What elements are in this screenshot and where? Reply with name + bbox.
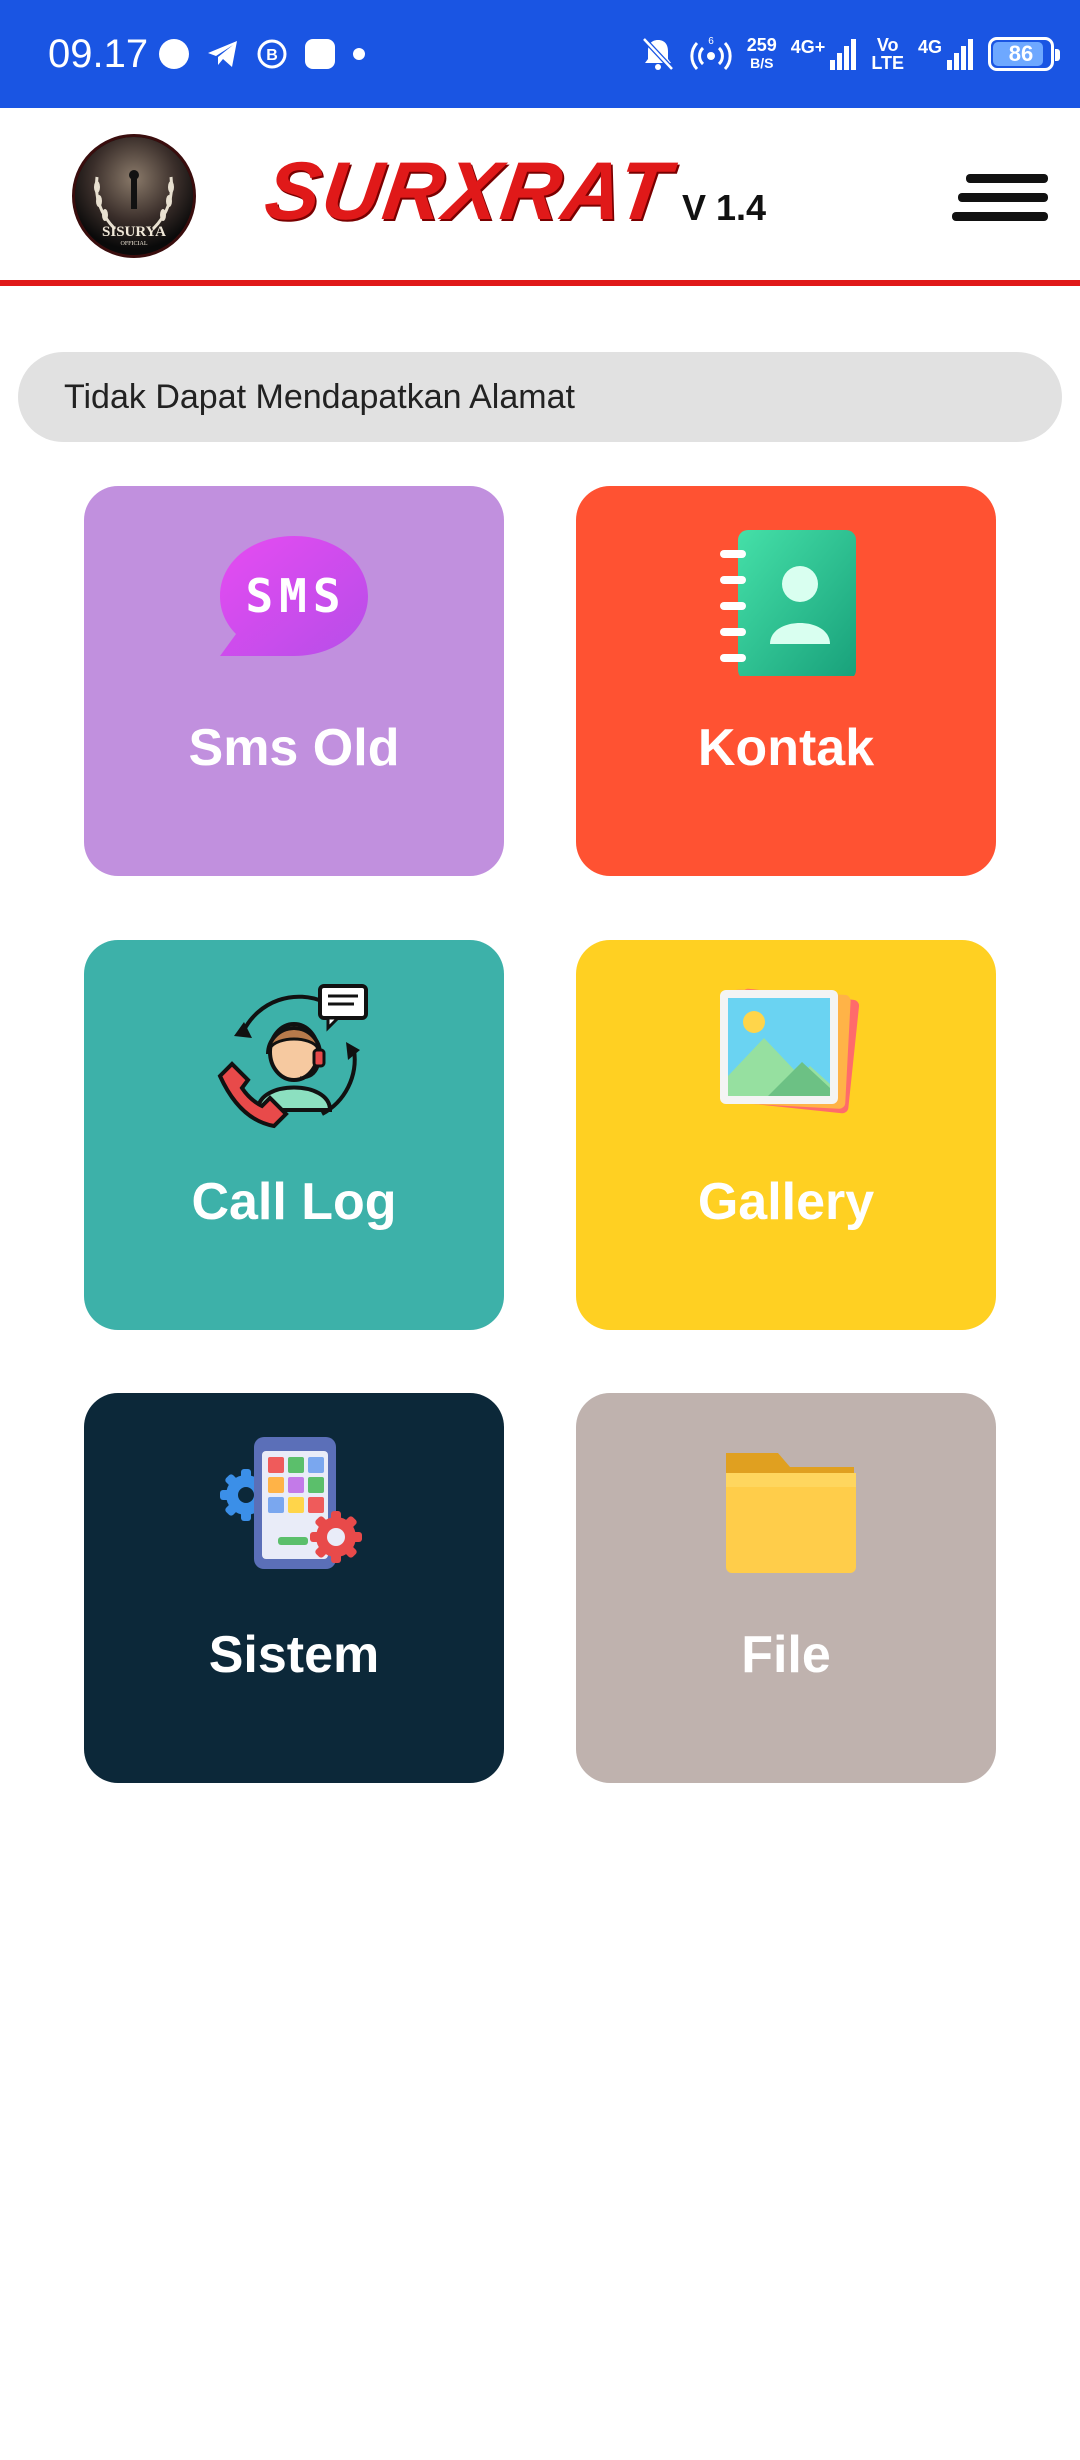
tile-call-log[interactable]: Call Log [84, 940, 504, 1330]
system-status-icons: 6 259 B/S 4G+ Vo LTE 4G 86 [641, 30, 1060, 78]
svg-text:SMS: SMS [245, 569, 346, 623]
tile-gallery[interactable]: Gallery [576, 940, 996, 1330]
signal-icon [947, 39, 973, 70]
hotspot-icon: 6 [690, 36, 732, 71]
battery-icon: 86 [988, 37, 1060, 71]
b-circle-icon: B [257, 39, 287, 69]
sim2-signal: 4G [918, 38, 974, 70]
status-bar: 09.17 B 6 259 B/S 4G+ Vo LTE 4G 86 [0, 0, 1080, 108]
folder-icon [726, 1453, 856, 1573]
sms-bubble-icon: SMS [220, 536, 368, 656]
tile-label: Call Log [191, 1173, 397, 1231]
tile-sms-old[interactable]: SMS Sms Old [84, 486, 504, 876]
address-status-bar: Tidak Dapat Mendapatkan Alamat [18, 352, 1062, 442]
sim1-signal: 4G+ [791, 38, 858, 70]
tile-kontak[interactable]: Kontak [576, 486, 996, 876]
call-support-icon [217, 984, 368, 1129]
app-title: SURXRAT [259, 146, 677, 237]
tile-file[interactable]: File [576, 1393, 996, 1783]
volte-indicator: Vo LTE [871, 35, 904, 73]
net-speed: 259 B/S [746, 35, 777, 71]
tile-label: Kontak [697, 719, 875, 777]
contact-book-icon [720, 530, 856, 676]
circle-notification-icon [159, 39, 189, 69]
notification-icons: B [158, 36, 366, 72]
system-settings-phone-icon [220, 1437, 362, 1569]
dot-icon [353, 48, 365, 60]
tile-label: Sms Old [188, 719, 400, 777]
telegram-icon [208, 41, 237, 67]
hamburger-menu-icon[interactable] [952, 166, 1054, 230]
gallery-photos-icon [720, 988, 860, 1114]
app-logo: SISURYA OFFICIAL [72, 134, 196, 258]
clock: 09.17 [48, 32, 149, 76]
tile-label: File [741, 1626, 831, 1684]
tile-sistem[interactable]: Sistem [84, 1393, 504, 1783]
tile-label: Gallery [697, 1173, 875, 1231]
svg-text:B: B [266, 47, 278, 64]
signal-icon [830, 39, 857, 70]
tile-label: Sistem [208, 1626, 380, 1684]
header-divider [0, 280, 1080, 286]
svg-text:SISURYA: SISURYA [102, 224, 166, 240]
svg-text:OFFICIAL: OFFICIAL [120, 241, 147, 247]
mute-bell-icon [641, 37, 674, 71]
svg-text:6: 6 [708, 36, 714, 47]
app-version: V 1.4 [682, 187, 767, 228]
square-notification-icon [305, 39, 335, 69]
